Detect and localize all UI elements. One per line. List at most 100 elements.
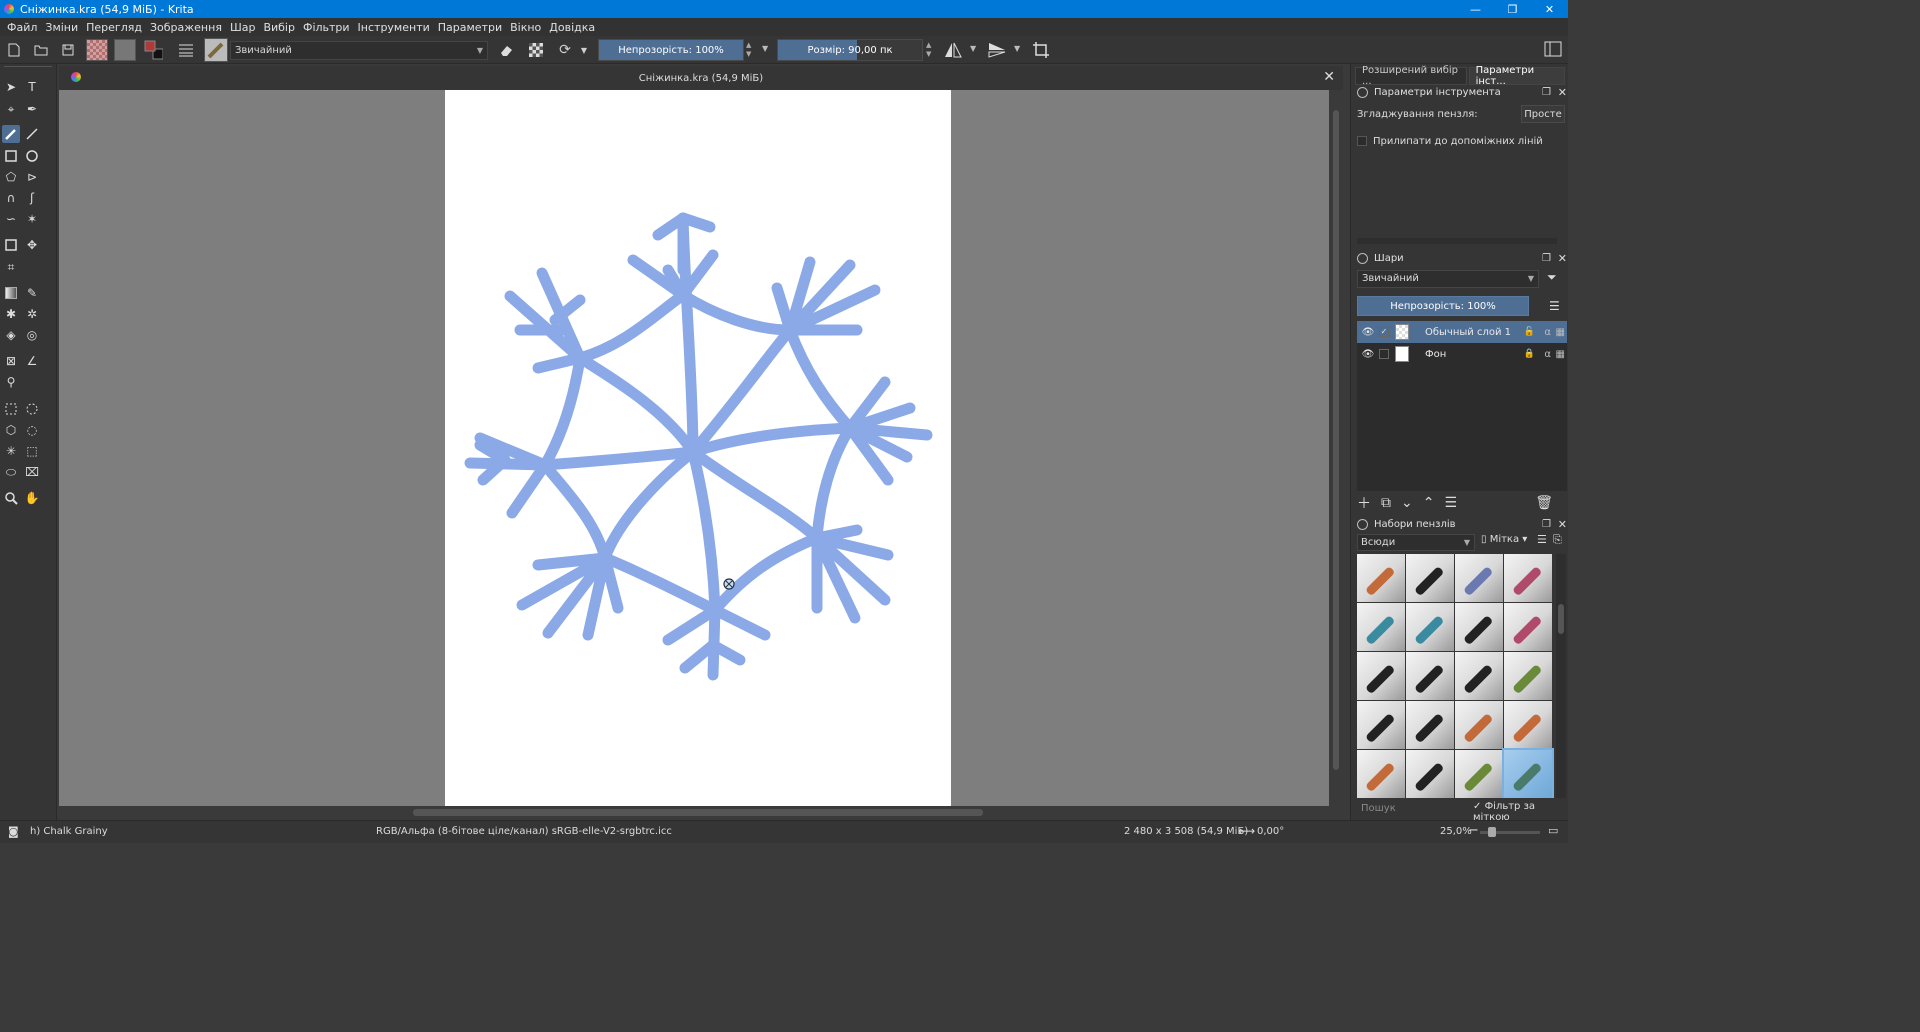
close-document-button[interactable]: ✕ [1323, 69, 1335, 85]
brush-smoothing-select[interactable]: Просте [1521, 105, 1565, 123]
menu-filters[interactable]: Фільтри [303, 21, 350, 34]
preserve-alpha-icon[interactable] [526, 40, 546, 60]
elliptical-selection-tool-icon[interactable] [23, 400, 41, 418]
opacity-dropdown-icon[interactable]: ▼ [762, 44, 768, 53]
measure-tool-icon[interactable]: ∠ [23, 352, 41, 370]
size-slider[interactable]: Розмір: 90,00 пк [777, 39, 923, 61]
brush-preset-item[interactable] [1455, 750, 1503, 798]
layer-name[interactable]: Обычный слой 1 [1425, 327, 1511, 338]
brush-preset-item[interactable] [1406, 652, 1454, 700]
save-icon[interactable] [58, 40, 78, 60]
contiguous-selection-tool-icon[interactable]: ✳ [2, 442, 20, 460]
brush-preset-item[interactable] [1455, 652, 1503, 700]
zoom-out-icon[interactable]: − [1468, 823, 1479, 838]
inherit-alpha-icon[interactable]: ▦ [1556, 349, 1565, 360]
rectangular-selection-tool-icon[interactable] [2, 400, 20, 418]
brush-preset-item[interactable] [1406, 750, 1454, 798]
dynamic-brush-tool-icon[interactable]: ∽ [2, 210, 20, 228]
similar-color-selection-tool-icon[interactable]: ⬚ [23, 442, 41, 460]
document-tab[interactable]: Сніжинка.kra (54,9 МіБ) ✕ [59, 66, 1343, 90]
float-presets-docker-icon[interactable]: ❐ [1542, 519, 1551, 530]
zoom-slider[interactable] [1480, 827, 1540, 837]
brush-preset-item[interactable] [1406, 554, 1454, 602]
layer-select-checkbox[interactable]: ✓ [1379, 327, 1389, 337]
brush-preset-item[interactable] [1357, 603, 1405, 651]
polygonal-selection-tool-icon[interactable]: ⬡ [2, 421, 20, 439]
assistant-tool-icon[interactable]: ⊠ [2, 352, 20, 370]
canvas-horizontal-scrollbar[interactable] [59, 806, 1343, 820]
layer-blend-mode-select[interactable]: Звичайний ▼ [1357, 270, 1539, 288]
float-docker-icon[interactable]: ❐ [1542, 87, 1551, 98]
calligraphy-tool-icon[interactable]: ✒ [23, 100, 41, 118]
move-layer-down-icon[interactable]: ⌄ [1401, 495, 1413, 511]
canvas-only-icon[interactable]: ▭ [1548, 824, 1558, 837]
mirror-vertical-icon[interactable] [988, 42, 1006, 61]
freehand-path-tool-icon[interactable]: ʃ [23, 189, 41, 207]
menu-select[interactable]: Вибір [263, 21, 295, 34]
lock-icon[interactable]: 🔓 [1524, 327, 1535, 337]
brush-preset-item[interactable] [1504, 603, 1552, 651]
select-shapes-tool-icon[interactable]: ➤ [2, 78, 20, 96]
lock-docker-icon[interactable] [1357, 86, 1368, 98]
size-spin-icon[interactable]: ▲ ▼ [926, 41, 931, 59]
magnetic-selection-tool-icon[interactable]: ⌧ [23, 463, 41, 481]
preset-list-view-icon[interactable]: ☰ [1537, 533, 1547, 546]
preset-tag-select[interactable]: ▯ Мітка ▾ [1481, 534, 1527, 545]
bezier-selection-tool-icon[interactable]: ⬭ [2, 463, 20, 481]
menu-file[interactable]: Файл [7, 21, 37, 34]
brush-preset-item[interactable] [1357, 750, 1405, 798]
lock-icon[interactable]: 🔒 [1524, 349, 1535, 359]
smart-patch-tool-icon[interactable]: ✲ [23, 305, 41, 323]
blend-mode-select[interactable]: Звичайний ▼ [230, 41, 488, 60]
bezier-curve-tool-icon[interactable]: ∩ [2, 189, 20, 207]
opacity-spin-icon[interactable]: ▲ ▼ [746, 41, 751, 59]
brush-preset-item-selected[interactable] [1502, 748, 1554, 798]
colorize-mask-tool-icon[interactable]: ✱ [2, 305, 20, 323]
color-sampler-tool-icon[interactable]: ✎ [23, 284, 41, 302]
snap-to-assistants-checkbox[interactable] [1357, 136, 1367, 146]
lock-layers-docker-icon[interactable] [1357, 252, 1368, 264]
mirror-h-dropdown-icon[interactable]: ▼ [970, 44, 976, 53]
zoom-tool-icon[interactable] [2, 489, 20, 507]
layer-filter-icon[interactable]: ⏷ [1547, 270, 1557, 285]
freehand-selection-tool-icon[interactable]: ◌ [23, 421, 41, 439]
layer-name[interactable]: Фон [1425, 349, 1446, 360]
vertical-scroll-thumb[interactable] [1333, 110, 1339, 770]
menu-layer[interactable]: Шар [230, 21, 256, 34]
menu-view[interactable]: Перегляд [86, 21, 142, 34]
close-docker-icon[interactable]: ✕ [1558, 86, 1567, 99]
brush-preset-item[interactable] [1455, 554, 1503, 602]
brush-preset-item[interactable] [1455, 603, 1503, 651]
canvas-vertical-scrollbar[interactable] [1329, 90, 1343, 806]
reload-preset-icon[interactable]: ⟳ [555, 40, 575, 60]
lock-presets-docker-icon[interactable] [1357, 518, 1368, 530]
eraser-icon[interactable] [496, 40, 516, 60]
edit-shapes-tool-icon[interactable]: ⌖ [2, 100, 20, 118]
mirror-v-dropdown-icon[interactable]: ▼ [1014, 44, 1020, 53]
current-brush-preset-icon[interactable] [204, 38, 228, 62]
presets-scroll-thumb[interactable] [1558, 604, 1564, 634]
polygon-tool-icon[interactable]: ⬠ [2, 168, 20, 186]
mirror-horizontal-icon[interactable] [944, 42, 962, 61]
brush-preset-item[interactable] [1357, 652, 1405, 700]
alpha-lock-icon[interactable]: α [1544, 327, 1551, 338]
tab-tool-options[interactable]: Параметри інст... [1468, 65, 1565, 87]
brush-preset-item[interactable] [1357, 701, 1405, 749]
close-window-button[interactable]: ✕ [1531, 0, 1568, 18]
brush-preset-item[interactable] [1455, 701, 1503, 749]
zoom-slider-knob[interactable] [1488, 827, 1496, 837]
gradient-swatch-icon[interactable] [86, 39, 108, 61]
brush-preview-icon[interactable]: ◙ [8, 825, 19, 838]
pan-tool-icon[interactable]: ✋ [23, 489, 41, 507]
menu-settings[interactable]: Параметри [438, 21, 502, 34]
menu-edit[interactable]: Зміни [45, 21, 78, 34]
layer-properties-icon[interactable]: ☰ [1444, 495, 1457, 511]
freehand-brush-tool-icon[interactable] [2, 125, 20, 143]
preset-filter-select[interactable]: Всюди ▼ [1357, 534, 1475, 551]
minimize-button[interactable]: — [1457, 0, 1494, 18]
wrap-around-icon[interactable] [1032, 41, 1050, 62]
text-tool-icon[interactable]: T [23, 78, 41, 96]
brush-preset-item[interactable] [1406, 701, 1454, 749]
menu-help[interactable]: Довідка [549, 21, 595, 34]
rotation-icon[interactable]: ⟷ [1238, 824, 1255, 838]
